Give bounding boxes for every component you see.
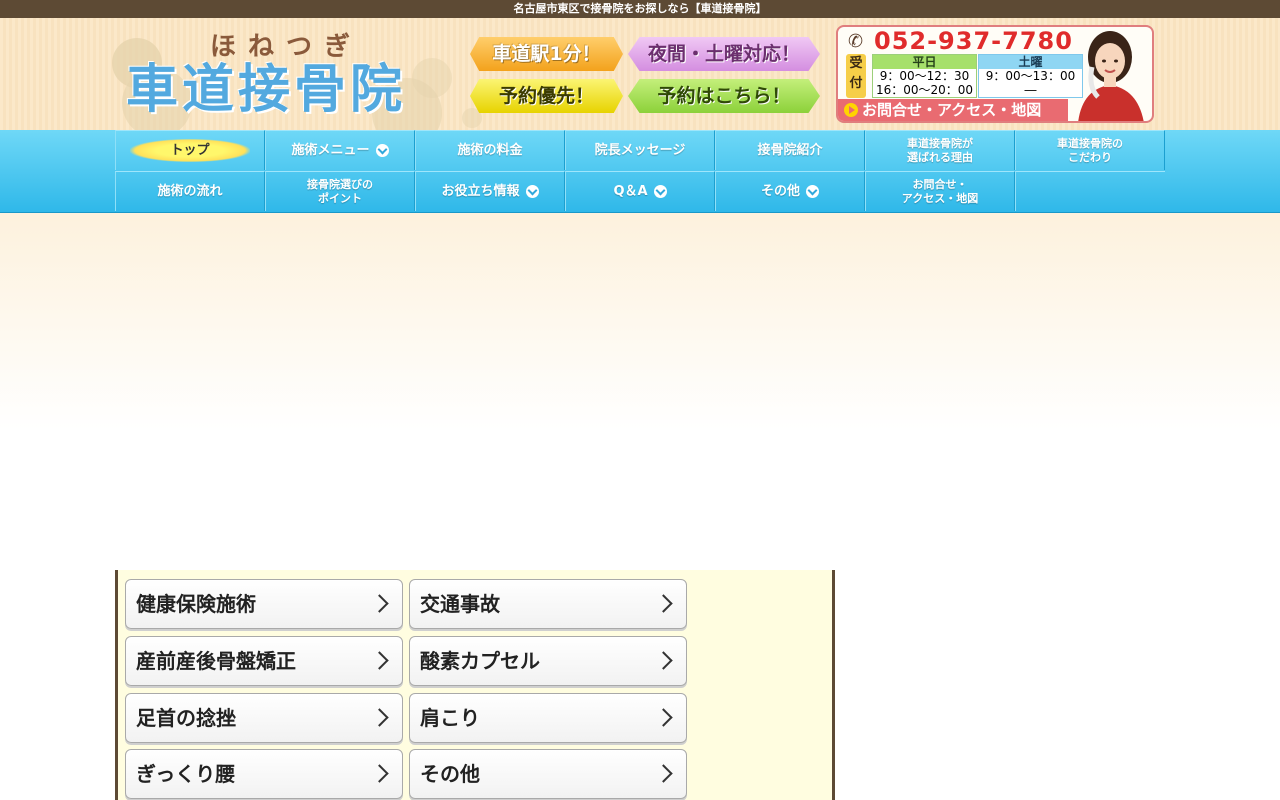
- reception-label: 受付: [846, 54, 866, 98]
- saturday-hours-am: 9：00～13：00: [985, 69, 1076, 83]
- menu-health-insurance[interactable]: 健康保険施術: [125, 579, 403, 629]
- nav-other[interactable]: その他: [715, 171, 865, 211]
- chevron-right-icon: [370, 708, 389, 727]
- menu-other[interactable]: その他: [409, 749, 687, 799]
- saturday-label: 土曜: [979, 55, 1082, 69]
- chevron-down-icon: [375, 144, 389, 157]
- menu-stiff-shoulders[interactable]: 肩こり: [409, 693, 687, 743]
- nav-fees[interactable]: 施術の料金: [415, 130, 565, 170]
- saturday-hours-pm: ―: [1024, 83, 1037, 97]
- main-navigation: トップ 施術メニュー 施術の料金 院長メッセージ 接骨院紹介 車道接骨院が 選ば…: [0, 130, 1280, 213]
- nav-director-message[interactable]: 院長メッセージ: [565, 130, 715, 170]
- badge-priority: 予約優先！: [470, 79, 623, 113]
- weekday-hours: 平日 9：00～12：30 16：00～20：00: [872, 54, 977, 98]
- menu-ankle-sprain[interactable]: 足首の捻挫: [125, 693, 403, 743]
- menu-pelvic-correction[interactable]: 産前産後骨盤矯正: [125, 636, 403, 686]
- menu-back-strain[interactable]: ぎっくり腰: [125, 749, 403, 799]
- badge-station: 車道駅1分！: [470, 37, 623, 71]
- chevron-right-icon: [370, 651, 389, 670]
- chevron-down-icon: [806, 185, 819, 198]
- nav-commitment[interactable]: 車道接骨院の こだわり: [1015, 130, 1165, 170]
- chevron-right-icon: [654, 708, 673, 727]
- nav-clinic-intro[interactable]: 接骨院紹介: [715, 130, 865, 170]
- contact-box: ✆ 052-937-7780 受付 平日 9：00～12：30 16：00～20…: [836, 25, 1154, 123]
- nav-treatment-flow[interactable]: 施術の流れ: [115, 171, 265, 211]
- chevron-right-icon: [654, 651, 673, 670]
- nav-qa[interactable]: Q＆A: [565, 171, 715, 211]
- chevron-right-icon: [654, 764, 673, 783]
- menu-oxygen-capsule[interactable]: 酸素カプセル: [409, 636, 687, 686]
- contact-access-label: お問合せ・アクセス・地図: [862, 101, 1042, 119]
- nav-top[interactable]: トップ: [115, 130, 265, 170]
- nav-treatment-menu[interactable]: 施術メニュー: [265, 130, 415, 170]
- chevron-right-icon: [370, 594, 389, 613]
- contact-access-link[interactable]: お問合せ・アクセス・地図: [838, 99, 1068, 121]
- receptionist-image: [1078, 31, 1144, 121]
- play-arrow-icon: [844, 103, 858, 117]
- nav-choosing-points[interactable]: 接骨院選びの ポイント: [265, 171, 415, 211]
- weekday-label: 平日: [873, 55, 976, 69]
- nav-contact-access[interactable]: お問合せ・ アクセス・地図: [865, 171, 1015, 211]
- nav-why-chosen[interactable]: 車道接骨院が 選ばれる理由: [865, 130, 1015, 170]
- nav-spacer: [1015, 171, 1165, 211]
- chevron-down-icon: [653, 185, 667, 198]
- chevron-down-icon: [525, 185, 539, 198]
- top-announcement-bar: 名古屋市東区で接骨院をお探しなら【車道接骨院】: [0, 0, 1280, 18]
- site-logo[interactable]: 車道接骨院: [126, 58, 406, 122]
- chevron-right-icon: [654, 594, 673, 613]
- nav-useful-info[interactable]: お役立ち情報: [415, 171, 565, 211]
- chevron-right-icon: [370, 764, 389, 783]
- weekday-hours-pm: 16：00～20：00: [875, 83, 974, 97]
- weekday-hours-am: 9：00～12：30: [879, 69, 970, 83]
- menu-traffic-accident[interactable]: 交通事故: [409, 579, 687, 629]
- phone-icon: ✆: [848, 31, 864, 52]
- treatment-menu-panel: 健康保険施術 交通事故 産前産後骨盤矯正 酸素カプセル 足首の捻挫 肩こり ぎっ…: [115, 570, 835, 800]
- reserve-button[interactable]: 予約はこちら！: [628, 79, 820, 113]
- phone-number[interactable]: 052-937-7780: [874, 27, 1073, 55]
- badge-night-saturday: 夜間・土曜対応！: [628, 37, 820, 71]
